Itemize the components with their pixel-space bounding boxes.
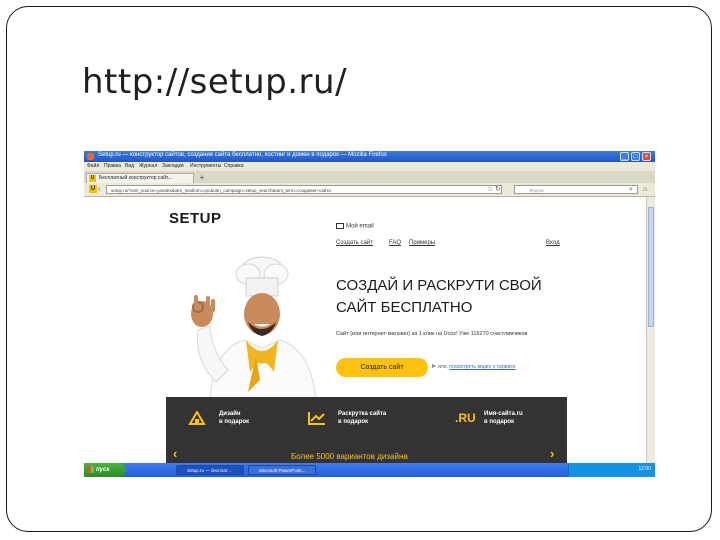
search-icon[interactable]: ⌕	[629, 185, 633, 194]
tray-clock: 12:00	[638, 466, 651, 472]
menu-history[interactable]: Журнал	[139, 163, 157, 169]
feature-domain-title: Имя-сайта.ru	[484, 411, 523, 417]
email-label: Мой email	[346, 223, 374, 230]
scrollbar-thumb[interactable]	[648, 207, 654, 327]
page-scrollbar[interactable]	[646, 197, 655, 463]
webpage: SETUP Мой email Создать сайт FAQ Примеры…	[84, 197, 646, 463]
feature-design: Дизайн в подарок	[219, 410, 249, 426]
ucoz-toolbar-icon[interactable]: U	[89, 185, 97, 193]
designs-count-text: Более 5000 вариантов дизайна	[291, 452, 408, 461]
features-band: Дизайн в подарок Раскрутка сайта в подар…	[166, 397, 567, 463]
system-tray: 12:00	[568, 463, 655, 477]
browser-screenshot: Setup.ru — конструктор сайтов, создание …	[84, 151, 655, 477]
carousel-prev-arrow-icon[interactable]: ‹	[173, 446, 177, 461]
carousel-next-arrow-icon[interactable]: ›	[550, 446, 554, 461]
chef-illustration	[191, 256, 317, 403]
address-bar[interactable]: setup.ru/?utm_source=yandex&utm_medium=c…	[106, 185, 502, 194]
taskbar-item-powerpoint[interactable]: Microsoft PowerPoint...	[248, 465, 316, 475]
reload-icon[interactable]: ↻	[495, 185, 501, 194]
nav-examples[interactable]: Примеры	[409, 240, 435, 246]
bookmark-star-icon[interactable]: ☆	[487, 185, 493, 194]
window-titlebar: Setup.ru — конструктор сайтов, создание …	[84, 151, 655, 162]
windows-flag-icon	[87, 466, 94, 473]
design-icon	[188, 411, 206, 425]
taskbar: пуск Setup.ru — бесплат... Microsoft Pow…	[84, 463, 655, 477]
start-label: пуск	[96, 467, 110, 473]
slide-title: http://setup.ru/	[82, 62, 348, 102]
tab-setup[interactable]: U Бесплатный конструктор сайт...	[86, 173, 194, 183]
feature-promotion-title: Раскрутка сайта	[338, 411, 387, 417]
new-tab-button[interactable]: +	[197, 173, 207, 182]
menu-bar: Файл Правка Вид Журнал Закладки Инструме…	[84, 162, 655, 171]
feature-promotion: Раскрутка сайта в подарок	[338, 410, 386, 426]
setup-favicon: U	[89, 175, 96, 182]
chart-growth-icon	[308, 412, 325, 425]
hero-subline: Сайт (или интернет-магазин) за 1 клик на…	[336, 331, 528, 337]
taskbar-item-browser[interactable]: Setup.ru — бесплат...	[176, 465, 244, 475]
feature-design-subtitle: в подарок	[219, 419, 250, 425]
play-icon	[432, 364, 436, 368]
setup-logo[interactable]: SETUP	[169, 210, 222, 227]
start-button[interactable]: пуск	[84, 463, 126, 477]
menu-edit[interactable]: Правка	[104, 163, 121, 169]
email-link[interactable]: Мой email	[336, 223, 374, 230]
login-link[interactable]: Вход	[546, 240, 560, 246]
ru-domain-icon: .RU	[455, 411, 476, 425]
menu-file[interactable]: Файл	[87, 163, 99, 169]
feature-domain: Имя-сайта.ru в подарок	[484, 410, 523, 426]
feature-domain-subtitle: в подарок	[484, 419, 515, 425]
video-link[interactable]: или, посмотреть видео о сервисе	[432, 364, 516, 370]
maximize-button[interactable]: □	[631, 152, 640, 161]
window-title: Setup.ru — конструктор сайтов, создание …	[98, 152, 387, 158]
create-site-button[interactable]: Создать сайт	[336, 358, 428, 377]
video-prefix: или,	[438, 364, 448, 370]
minimize-button[interactable]: _	[620, 152, 629, 161]
menu-help[interactable]: Справка	[224, 163, 244, 169]
hero-headline: СОЗДАЙ И РАСКРУТИ СВОЙ САЙТ БЕСПЛАТНО	[336, 277, 542, 316]
back-arrow-icon[interactable]: ‹	[98, 185, 100, 194]
feature-design-title: Дизайн	[219, 411, 241, 417]
menu-tools[interactable]: Инструменты	[190, 163, 221, 169]
tab-title: Бесплатный конструктор сайт...	[99, 175, 172, 181]
tab-bar: U Бесплатный конструктор сайт... +	[84, 171, 655, 183]
firefox-icon	[87, 153, 94, 160]
menu-view[interactable]: Вид	[125, 163, 134, 169]
feature-promotion-subtitle: в подарок	[338, 419, 369, 425]
home-icon[interactable]: ⌂	[643, 185, 647, 194]
nav-faq[interactable]: FAQ	[389, 240, 401, 246]
nav-create-site[interactable]: Создать сайт	[336, 240, 373, 246]
video-link-text: посмотреть видео о сервисе	[449, 364, 516, 370]
search-input[interactable]: Яндекс	[514, 185, 638, 194]
menu-bookmarks[interactable]: Закладки	[162, 163, 184, 169]
close-button[interactable]: ×	[642, 152, 651, 161]
envelope-icon	[336, 223, 344, 229]
navigation-bar: U ‹ setup.ru/?utm_source=yandex&utm_medi…	[84, 183, 655, 197]
